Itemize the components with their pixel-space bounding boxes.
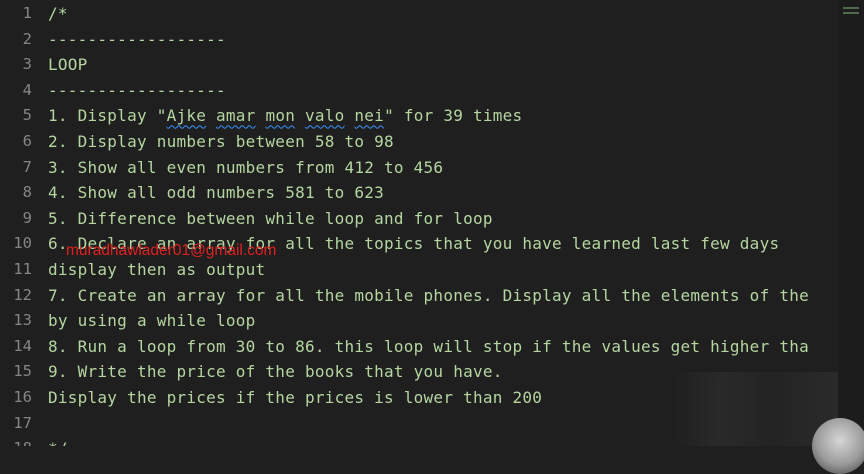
line-text: 3. Show all even numbers from 412 to 456 [48,157,444,177]
spellcheck-word: mon [265,106,296,126]
line-text-suffix: " for 39 times [384,106,523,126]
minimap-indicator[interactable] [843,4,859,22]
code-line[interactable]: 8 4. Show all odd numbers 581 to 623 [0,180,838,205]
email-watermark: muradhawlader01@gmail.com [66,242,277,259]
line-text: LOOP [48,55,88,75]
code-line[interactable]: 1 /* [0,1,838,26]
line-text: by using a while loop [48,311,256,331]
line-number: 16 [13,388,32,406]
line-text: 4. Show all odd numbers 581 to 623 [48,183,385,203]
line-number: 12 [13,285,32,304]
line-text: 2. Display numbers between 58 to 98 [48,132,394,151]
line-number: 9 [22,208,32,227]
spellcheck-word: valo [304,106,345,126]
vertical-scrollbar[interactable] [838,0,864,446]
code-line[interactable]: 4 ------------------ [0,78,838,103]
line-text: 9. Write the price of the books that you… [48,362,503,382]
line-number: 8 [22,183,32,202]
code-line[interactable]: 14 8. Run a loop from 30 to 86. this loop… [0,334,838,359]
line-number: 1 [22,4,32,22]
line-text: Display the prices if the prices is lowe… [48,388,543,407]
spellcheck-word: Ajke [166,106,207,126]
line-text: ------------------ [48,29,226,49]
line-text: 7. Create an array for all the mobile ph… [48,285,809,305]
code-line[interactable]: 12 7. Create an array for all the mobile … [0,283,838,308]
line-number: 10 [13,234,32,253]
spellcheck-word: amar [216,106,256,126]
line-number: 7 [22,157,32,176]
code-line[interactable]: 5 1. Display "Ajke amar mon valo nei" for… [0,103,838,128]
line-number: 3 [22,55,32,74]
code-line[interactable]: 3 LOOP [0,52,838,77]
code-line[interactable]: 11 display then as output [0,257,838,282]
line-text: display then as output [48,260,266,279]
line-number: 14 [13,336,32,355]
line-text: /* [48,4,68,23]
line-text: 8. Run a loop from 30 to 86. this loop w… [48,336,809,356]
line-text: ------------------ [48,80,226,100]
code-line[interactable]: 7 3. Show all even numbers from 412 to 45… [0,155,838,180]
line-number: 4 [22,80,32,99]
line-number: 17 [13,413,32,432]
line-text: 1. Display "Ajke amar mon valo nei" for … [48,103,522,128]
line-number: 5 [22,106,32,125]
spellcheck-word: nei [354,106,385,126]
line-number: 2 [22,29,32,48]
line-number: 15 [13,362,32,381]
line-number: 13 [13,311,32,330]
line-text: */ [48,436,68,446]
line-number: 11 [13,260,32,278]
line-text: 5. Difference between while loop and for… [48,208,493,228]
code-line[interactable]: 2 ------------------ [0,27,838,52]
line-number: 18 [0,436,32,446]
code-line[interactable]: 9 5. Difference between while loop and fo… [0,206,838,231]
code-line[interactable]: 6 2. Display numbers between 58 to 98 [0,129,838,154]
line-text-prefix: 1. Display " [48,106,167,126]
code-line[interactable]: 13 by using a while loop [0,308,838,333]
presenter-avatar [812,418,864,474]
line-number: 6 [22,132,32,150]
